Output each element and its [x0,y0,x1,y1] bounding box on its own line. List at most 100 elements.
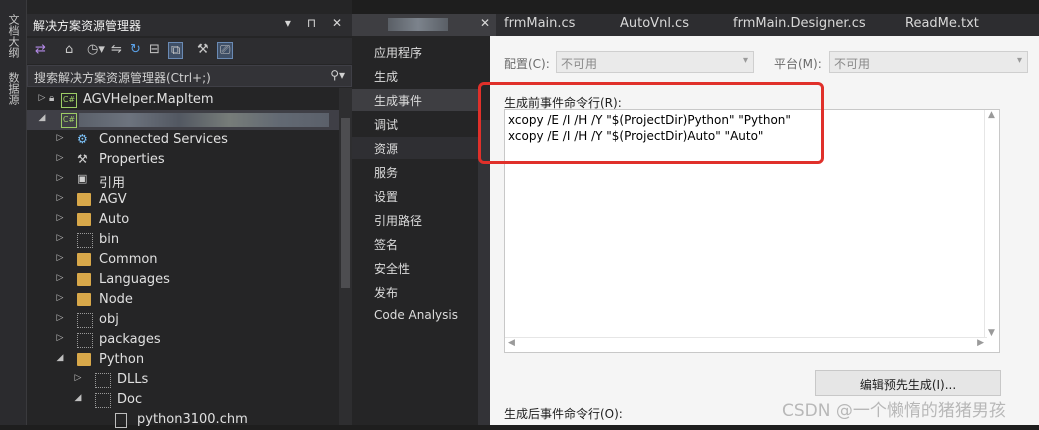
nav-item[interactable]: 生成事件 [352,89,478,111]
solution-explorer-title: 解决方案资源管理器 [33,19,142,33]
show-all-files-icon[interactable]: ⧉ [168,42,184,59]
folder-icon [77,213,91,226]
panel-window-buttons[interactable]: ▾ ⊓ ✕ [285,16,348,30]
expand-arrow-icon[interactable]: ▷ [55,173,65,183]
expand-arrow-icon[interactable]: ▷ [55,213,65,223]
tree-item[interactable]: ▷ Node [27,290,339,310]
editor-tab-label: frmMain.cs [504,16,576,31]
tree-item[interactable]: ▷ Auto [27,210,339,230]
expand-arrow-icon[interactable]: ▷ [55,313,65,323]
tree-item[interactable]: ◢ Python [27,350,339,370]
platform-value: 不可用 [834,57,871,71]
nav-item[interactable]: 调试 [352,113,478,135]
wrench-icon: ⚒ [77,152,88,166]
textarea-horizontal-scrollbar[interactable]: ◀ ▶ [505,337,987,352]
nav-item[interactable]: 签名 [352,233,478,255]
tree-item[interactable]: ▷ packages [27,330,339,350]
editor-tab[interactable]: AutoVnl.cs [612,14,725,36]
expand-arrow-icon[interactable]: ▷ [55,293,65,303]
configuration-dropdown[interactable]: 不可用 ▾ [556,51,754,73]
side-tab-data-sources[interactable]: 数据源 [5,72,21,105]
nav-item[interactable]: 生成 [352,65,478,87]
expand-arrow-icon[interactable]: ▷ [55,133,65,143]
refresh-icon[interactable]: ↻ [130,42,141,57]
tree-item[interactable]: ▷ obj [27,310,339,330]
collapse-all-icon[interactable]: ⊟ [149,42,160,57]
expand-arrow-icon[interactable]: ▷ [55,273,65,283]
platform-dropdown[interactable]: 不可用 ▾ [829,51,1028,73]
solution-explorer-search[interactable]: 搜索解决方案资源管理器(Ctrl+;) ⚲▾ [27,65,352,87]
tree-item[interactable]: ▷ DLLs [27,370,339,390]
folder-dotted-icon [95,373,111,388]
switch-views-icon[interactable]: ⇄ [35,42,46,57]
editor-tab[interactable]: ReadMe.txt [897,14,1017,36]
collapse-arrow-icon[interactable]: ◢ [55,353,65,363]
tree-item[interactable]: ▷ C# 🔒︎ AGVHelper.MapItem [27,90,339,110]
home-icon[interactable]: ⌂ [65,42,73,57]
expand-arrow-icon[interactable]: ▷ [55,153,65,163]
tree-item-label: Properties [99,152,165,167]
folder-dotted-icon [77,313,93,328]
nav-item[interactable]: Code Analysis [352,305,478,327]
solution-explorer-panel: 解决方案资源管理器 ▾ ⊓ ✕ ⇄ ⌂ ◷▾ ⇋ ↻ ⊟ ⧉ ⚒ ⎚ 搜索解决方… [27,0,352,428]
tree-item-label: 引用 [99,176,126,191]
tree-item[interactable]: ▷ ⚙ Connected Services [27,130,339,150]
tree-item-label: Languages [99,272,170,287]
editor-tab[interactable]: ✕ [352,14,496,36]
tree-item-label: Python [99,352,145,367]
scroll-up-icon[interactable]: ▲ [988,110,995,120]
tree-item[interactable]: ◢ Doc [27,390,339,410]
scroll-right-icon[interactable]: ▶ [977,338,984,348]
configuration-value: 不可用 [561,57,598,71]
lock-icon: 🔒︎ [49,93,55,104]
properties-wrench-icon[interactable]: ⚒ [197,42,209,57]
expand-arrow-icon[interactable]: ▷ [55,193,65,203]
editor-tab-label: frmMain.Designer.cs [733,16,866,31]
nav-item[interactable]: 服务 [352,161,478,183]
nav-scrollbar[interactable] [478,120,490,425]
expand-arrow-icon[interactable]: ▷ [73,373,83,383]
file-icon [115,413,127,428]
tree-item-label: Doc [117,392,143,407]
expand-arrow-icon[interactable]: ▷ [55,233,65,243]
tree-item[interactable]: ▷ bin [27,230,339,250]
close-icon[interactable]: ✕ [480,16,490,30]
nav-item[interactable]: 安全性 [352,257,478,279]
redacted-tab-name [388,18,448,31]
tree-item-label: bin [99,232,120,247]
history-icon[interactable]: ◷▾ [87,42,105,57]
tree-item[interactable]: python3100.chm [27,410,339,430]
tree-item-label: AGVHelper.MapItem [83,92,214,107]
nav-item[interactable]: 应用程序 [352,41,478,63]
editor-tab[interactable]: frmMain.cs [496,14,612,36]
expand-arrow-icon[interactable]: ▷ [37,93,47,103]
preview-selected-icon[interactable]: ⎚ [217,42,234,59]
edit-pre-build-button[interactable]: 编辑预先生成(I)... [815,370,1001,396]
expand-arrow-icon[interactable]: ▷ [55,253,65,263]
expand-arrow-icon[interactable]: ▷ [55,333,65,343]
collapse-arrow-icon[interactable]: ◢ [37,113,47,123]
collapse-arrow-icon[interactable]: ◢ [73,393,83,403]
tree-item[interactable]: ▷ ⚒ Properties [27,150,339,170]
solution-explorer-scroll-thumb[interactable] [341,118,350,288]
nav-item[interactable]: 发布 [352,281,478,303]
watermark: CSDN @一个懒惰的猪猪男孩 [782,401,1006,421]
nav-item[interactable]: 资源 [352,137,478,159]
scroll-left-icon[interactable]: ◀ [508,338,515,348]
tree-item[interactable]: ▷ Languages [27,270,339,290]
nav-item[interactable]: 引用路径 [352,209,478,231]
side-tab-document-outline[interactable]: 文档大纲 [5,14,21,58]
tree-item[interactable]: ▷ Common [27,250,339,270]
references-icon: ▣ [77,172,88,185]
project-properties-nav: 应用程序 生成 生成事件 调试 资源 服务 设置 引用路径 签名 安全性 发布 Code Analys… [352,36,490,425]
editor-tab[interactable]: frmMain.Designer.cs [725,14,897,36]
solution-explorer-toolbar: ⇄ ⌂ ◷▾ ⇋ ↻ ⊟ ⧉ ⚒ ⎚ [27,38,352,64]
scroll-down-icon[interactable]: ▼ [988,328,995,338]
nav-item[interactable]: 设置 [352,185,478,207]
tree-item[interactable]: ▷ ▣ 引用 [27,170,339,192]
sync-icon[interactable]: ⇋ [111,42,122,57]
tree-item[interactable]: ◢ C# [27,110,339,130]
tree-item[interactable]: ▷ AGV [27,190,339,210]
search-icon[interactable]: ⚲▾ [330,68,345,82]
textarea-vertical-scrollbar[interactable]: ▲ ▼ [984,110,999,338]
